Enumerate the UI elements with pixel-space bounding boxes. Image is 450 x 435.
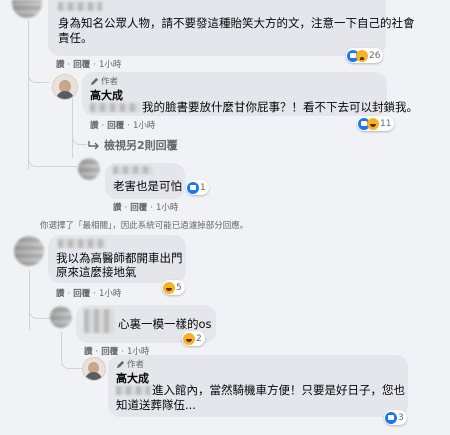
reaction-count: 26 [369,50,381,61]
reaction-count: 11 [380,118,392,129]
reaction-count: 2 [196,333,202,344]
like-icon [187,181,199,194]
reply-text: 進入館內，當然騎機車方便！只要是好日子，您也 [152,383,405,397]
thread-connector [28,150,77,167]
reaction-summary[interactable]: 5 [162,280,185,295]
thread-connector [61,352,82,369]
comment-text: 身為知名公眾人物，請不要發這種貽笑大方的文，注意一下自己的社會 [58,16,415,30]
reply-actions: 讚 · 回覆 · 1小時 [90,121,156,131]
author-avatar[interactable] [82,357,106,381]
reply-text: 我的臉書要放什麼甘你屁事？！看不下去可以封鎖我。 [142,100,418,114]
filter-notice: 你選擇了「最相關」，因此系統可能已過濾掉部分回應。 [40,221,249,231]
reply-button[interactable]: 回覆 [73,60,90,70]
timestamp[interactable]: 1小時 [99,289,121,299]
haha-icon [183,332,195,345]
avatar[interactable] [14,236,44,266]
reply-button[interactable]: 回覆 [73,289,90,299]
reaction-summary[interactable]: 2 [182,331,205,346]
reaction-count: 3 [398,412,404,423]
comment-actions: 讚 · 回覆 · 1小時 [56,60,122,70]
pencil-icon [116,360,125,368]
like-button[interactable]: 讚 [56,289,65,299]
comment-text: 責任。 [58,31,93,45]
comment-text: 我以為高醫師都開車出門 [56,251,183,265]
avatar[interactable] [78,158,100,180]
author-name[interactable]: 高大成 [116,370,149,386]
author-badge: 作者 [90,75,118,87]
redacted-name[interactable] [90,103,140,112]
redacted-name[interactable] [58,239,106,248]
reply-arrow-icon [88,141,99,150]
comment-actions: 讚 · 回覆 · 1小時 [56,289,122,299]
thread-line [72,98,73,158]
timestamp[interactable]: 1小時 [133,121,155,131]
like-icon [385,411,397,424]
like-button[interactable]: 讚 [90,121,99,131]
reply-button[interactable]: 回覆 [107,121,124,131]
reaction-summary[interactable]: 11 [357,116,395,131]
sad-icon [356,49,368,62]
pencil-icon [90,77,99,85]
reaction-count: 1 [200,182,206,193]
haha-icon [367,117,379,130]
author-avatar[interactable] [52,74,78,100]
thread-connector [28,68,49,83]
reply-text: 心裏一模一樣的os [118,317,212,331]
redacted-name[interactable] [113,166,153,174]
like-button[interactable]: 讚 [56,60,65,70]
thread-connector [72,130,87,145]
like-button[interactable]: 讚 [84,347,93,357]
timestamp[interactable]: 1小時 [156,203,178,213]
avatar[interactable] [12,0,42,18]
timestamp[interactable]: 1小時 [99,60,121,70]
haha-icon [163,281,175,294]
comment-text: 原來這麼接地氣 [56,265,137,279]
reaction-summary[interactable]: 26 [346,48,384,63]
reply-bubble: 作者 高大成 我的臉書要放什麼甘你屁事？！看不下去可以封鎖我。 [82,72,418,116]
reaction-count: 5 [176,282,182,293]
author-name[interactable]: 高大成 [90,87,123,103]
comment-bubble: 我以為高醫師都開車出門 原來這麼接地氣 [48,235,186,283]
author-badge: 作者 [116,358,144,370]
comment-bubble: 身為知名公眾人物，請不要發這種貽笑大方的文，注意一下自己的社會 責任。 [48,0,415,56]
redacted-name[interactable] [58,2,102,11]
thread-line [28,20,29,170]
reply-text: 知道送葬隊伍... [116,398,196,412]
reply-bubble: 作者 高大成 進入館內，當然騎機車方便！只要是好日子，您也 知道送葬隊伍... [108,355,408,417]
redacted-name[interactable] [84,309,114,333]
like-button[interactable]: 讚 [113,203,122,213]
reply-text: 老害也是可怕 [113,179,182,193]
reply-button[interactable]: 回覆 [130,203,147,213]
avatar[interactable] [50,306,72,328]
reply-bubble: 老害也是可怕 [105,163,185,199]
reaction-summary[interactable]: 1 [186,180,209,195]
reply-actions: 讚 · 回覆 · 1小時 [113,203,179,213]
thread-connector [29,300,50,319]
reaction-summary[interactable]: 3 [384,410,407,425]
view-more-replies[interactable]: 檢視另2則回覆 [88,137,178,153]
redacted-name[interactable] [116,386,150,395]
